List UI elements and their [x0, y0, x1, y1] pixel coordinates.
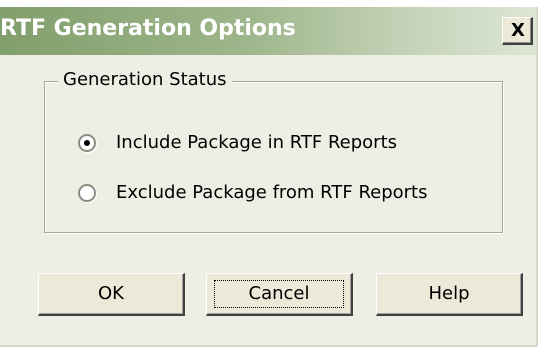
group-legend: Generation Status [58, 69, 232, 91]
cancel-button[interactable]: Cancel [206, 273, 353, 316]
exclude-package-radio[interactable] [78, 184, 96, 202]
close-icon: X [511, 20, 525, 41]
include-package-option[interactable]: Include Package in RTF Reports [78, 132, 458, 157]
generation-status-group [44, 81, 503, 233]
include-package-label: Include Package in RTF Reports [116, 132, 398, 153]
exclude-package-label: Exclude Package from RTF Reports [116, 182, 428, 203]
radio-selected-dot [84, 140, 90, 146]
exclude-package-option[interactable]: Exclude Package from RTF Reports [78, 182, 478, 207]
cancel-button-label: Cancel [248, 283, 310, 304]
dialog-title: RTF Generation Options [0, 16, 296, 41]
help-button-label: Help [428, 283, 470, 304]
close-button[interactable]: X [502, 17, 533, 45]
ok-button-label: OK [98, 283, 124, 304]
include-package-radio[interactable] [78, 134, 96, 152]
help-button[interactable]: Help [376, 273, 523, 316]
ok-button[interactable]: OK [38, 273, 185, 316]
title-bar: RTF Generation Options X [0, 7, 536, 55]
